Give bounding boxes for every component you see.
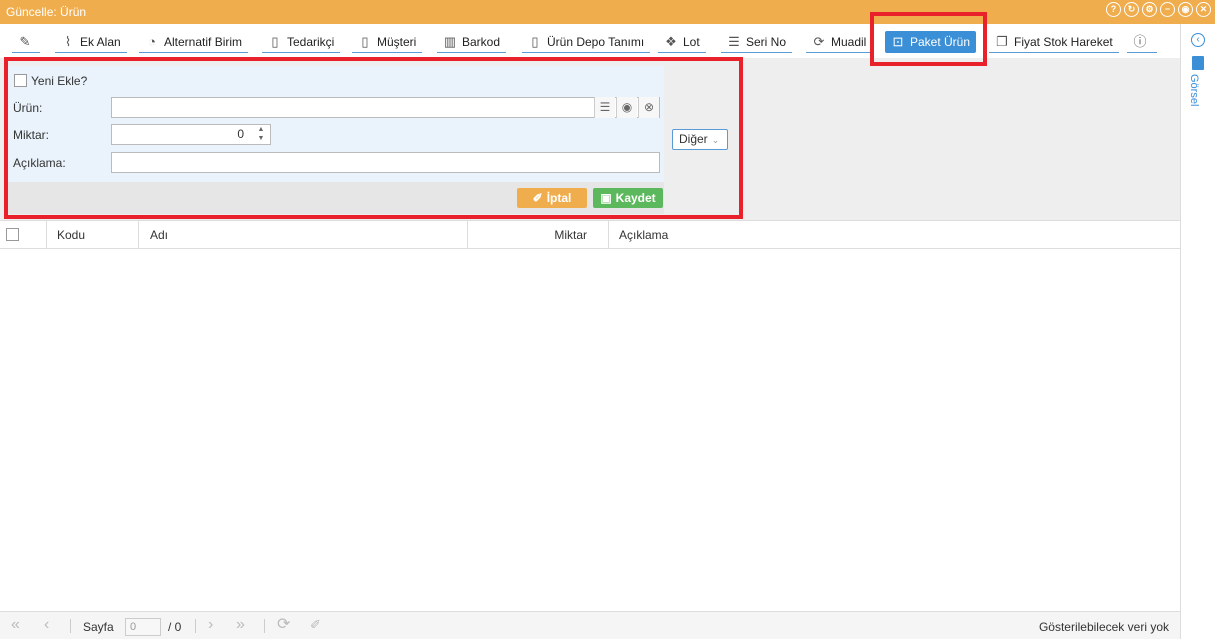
close-icon[interactable]: ✕ xyxy=(1196,2,1211,17)
eraser-icon[interactable]: ✐ xyxy=(310,616,321,634)
page-label: Sayfa xyxy=(83,620,114,634)
tab-muadil[interactable]: ⟳ Muadil xyxy=(806,31,873,53)
tab-label: Seri No xyxy=(746,34,787,49)
tab-label: Lot xyxy=(683,34,700,49)
tab-barkod[interactable]: ▥ Barkod xyxy=(437,31,507,53)
tab-label: Tedarikçi xyxy=(287,34,335,49)
column-adi[interactable]: Adı xyxy=(139,221,468,249)
first-page-icon[interactable]: « xyxy=(11,616,20,634)
next-page-icon[interactable]: › xyxy=(208,616,213,634)
tab-label: Ürün Depo Tanımı xyxy=(547,34,645,49)
chevron-left-icon[interactable]: ‹ xyxy=(1191,33,1205,47)
building-icon: ▯ xyxy=(271,33,279,49)
list-icon: ☰ xyxy=(728,33,740,49)
column-kodu[interactable]: Kodu xyxy=(47,221,139,249)
pager: « ‹ Sayfa 0 / 0 › » ⟳ ✐ Gösterilebilecek… xyxy=(0,611,1180,639)
refresh-icon[interactable]: ↻ xyxy=(1124,2,1139,17)
tab-lot[interactable]: ❖ Lot xyxy=(658,31,706,53)
grid-body xyxy=(0,249,1180,611)
tab-urun-depo-tanimi[interactable]: ▯ Ürün Depo Tanımı xyxy=(522,31,651,53)
prev-page-icon[interactable]: ‹ xyxy=(44,616,49,634)
divider xyxy=(264,619,265,633)
cubes-icon: ❖ xyxy=(665,33,677,49)
window-titlebar: Güncelle: Ürün ? ↻ ⚙ − ◉ ✕ xyxy=(0,0,1215,24)
maximize-icon[interactable]: ◉ xyxy=(1178,2,1193,17)
help-icon[interactable]: ? xyxy=(1106,2,1121,17)
tab-ek-alan[interactable]: ⌇ Ek Alan xyxy=(55,31,127,53)
window-title: Güncelle: Ürün xyxy=(6,5,87,19)
building-icon: ▯ xyxy=(531,33,539,49)
highlight-box xyxy=(870,12,987,66)
tab-tedarikci[interactable]: ▯ Tedarikçi xyxy=(262,31,341,53)
divider xyxy=(70,619,71,633)
info-icon: ⓘ xyxy=(1133,33,1147,49)
tab-label: Müşteri xyxy=(377,34,417,49)
edit-icon: ✎ xyxy=(19,33,31,49)
grid-header: Kodu Adı Miktar Açıklama xyxy=(0,220,1180,249)
last-page-icon[interactable]: » xyxy=(236,616,245,634)
building-icon: ▯ xyxy=(361,33,369,49)
select-all-column[interactable] xyxy=(0,221,47,249)
tab-musteri[interactable]: ▯ Müşteri xyxy=(352,31,423,53)
info-button[interactable]: ⓘ xyxy=(1127,31,1157,53)
highlight-box xyxy=(4,57,743,219)
window-controls: ? ↻ ⚙ − ◉ ✕ xyxy=(1106,2,1211,17)
side-panel: ‹ Görsel xyxy=(1180,24,1215,639)
tab-fiyat-stok-hareket[interactable]: ❐ Fiyat Stok Hareket xyxy=(989,31,1119,53)
refresh-icon: ⟳ xyxy=(813,33,825,49)
tab-label: Barkod xyxy=(462,34,501,49)
tab-label: Alternatif Birim xyxy=(164,34,243,49)
edit-button[interactable]: ✎ xyxy=(12,31,40,53)
copy-icon: ❐ xyxy=(996,33,1008,49)
tab-label: Ek Alan xyxy=(80,34,121,49)
gauge-icon: ◔ xyxy=(148,33,156,49)
side-label-gorsel[interactable]: Görsel xyxy=(1188,74,1200,106)
divider xyxy=(195,619,196,633)
tab-label: Fiyat Stok Hareket xyxy=(1014,34,1113,49)
status-text: Gösterilebilecek veri yok xyxy=(1038,620,1169,634)
barcode-icon: ▥ xyxy=(443,33,457,49)
page-input[interactable]: 0 xyxy=(125,618,161,636)
tab-alternatif-birim[interactable]: ◔ Alternatif Birim xyxy=(139,31,249,53)
image-icon[interactable] xyxy=(1192,56,1204,70)
minimize-icon[interactable]: − xyxy=(1160,2,1175,17)
tab-label: Muadil xyxy=(831,34,867,49)
column-aciklama[interactable]: Açıklama xyxy=(609,221,1180,249)
page-total: / 0 xyxy=(168,620,182,634)
column-miktar[interactable]: Miktar xyxy=(468,221,609,249)
settings-icon[interactable]: ⚙ xyxy=(1142,2,1157,17)
toolbar: ✎ ⌇ Ek Alan ◔ Alternatif Birim ▯ Tedarik… xyxy=(0,24,1180,58)
select-all-checkbox[interactable] xyxy=(6,228,19,241)
tab-seri-no[interactable]: ☰ Seri No xyxy=(721,31,793,53)
refresh-icon[interactable]: ⟳ xyxy=(277,616,290,634)
paperclip-icon: ⌇ xyxy=(64,33,72,49)
